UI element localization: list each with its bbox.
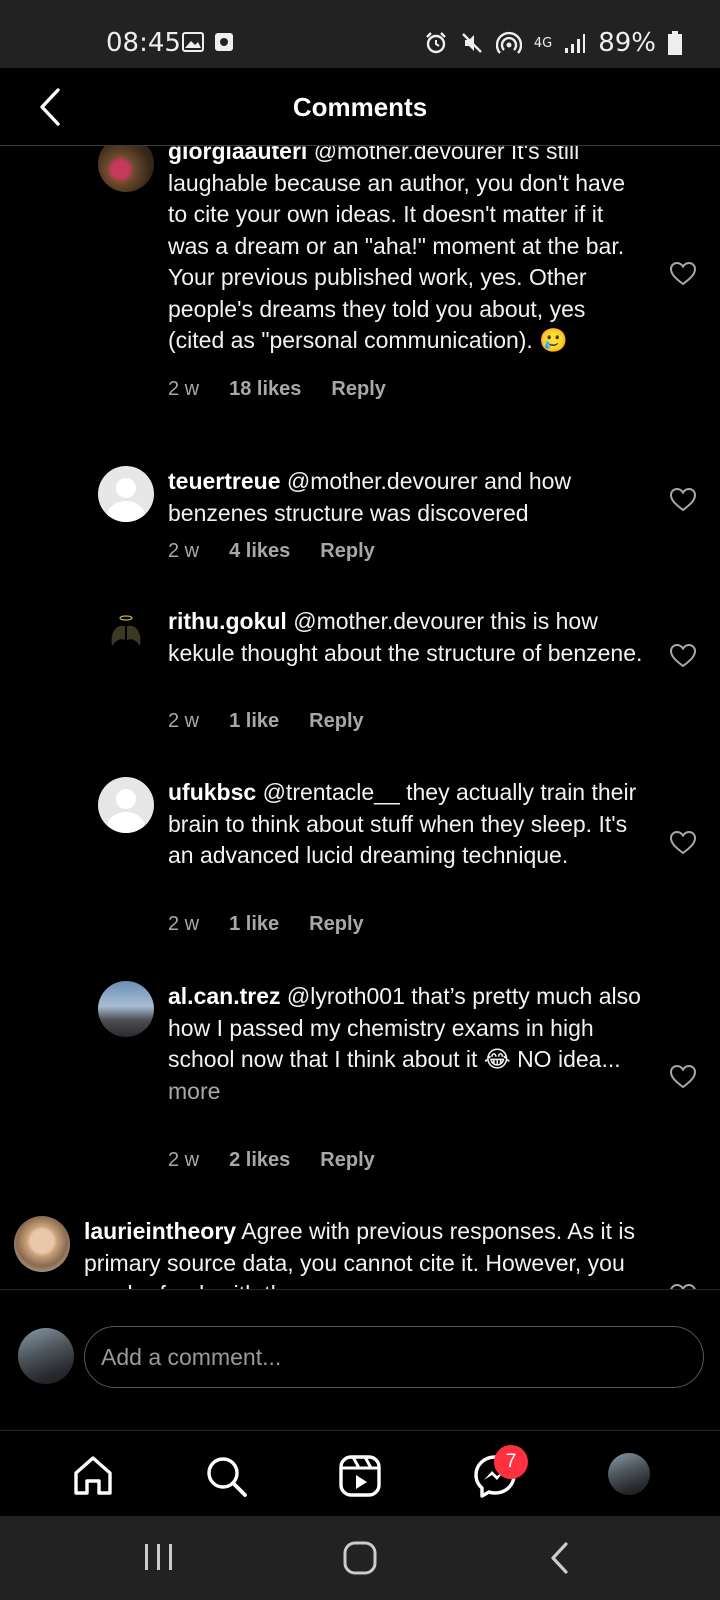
heart-outline-icon[interactable]	[670, 644, 696, 668]
comment-meta: 2 w 18 likes Reply	[168, 378, 386, 401]
comment-time: 2 w	[168, 913, 200, 935]
avatar[interactable]	[98, 981, 154, 1037]
avatar	[18, 1328, 74, 1384]
battery-percent: 89%	[598, 28, 656, 58]
home-icon	[74, 1456, 112, 1495]
comment-likes[interactable]: 1 like	[229, 710, 279, 733]
gallery-icon	[182, 32, 204, 52]
messages-badge: 7	[494, 1445, 528, 1479]
comment-body: giorgiaauteri @mother.devourer It's stil…	[168, 146, 646, 357]
screen-record-icon	[215, 33, 233, 51]
heart-outline-icon[interactable]	[670, 1065, 696, 1089]
avatar[interactable]	[14, 1216, 70, 1272]
page-title: Comments	[292, 92, 428, 122]
hotspot-icon	[495, 31, 522, 54]
bottom-nav: 7	[0, 1430, 720, 1516]
more-link[interactable]: more	[168, 1078, 220, 1104]
home-circle-icon	[343, 1541, 377, 1575]
reply-button[interactable]: Reply	[309, 710, 363, 733]
nav-profile[interactable]	[608, 1453, 650, 1495]
comment-body: ufukbsc @trentacle__ they actually train…	[168, 777, 646, 872]
avatar[interactable]	[98, 146, 154, 192]
comment-likes[interactable]: 18 likes	[229, 378, 301, 401]
avatar[interactable]	[98, 606, 154, 662]
reply-button[interactable]: Reply	[309, 913, 363, 936]
angel-wings-icon	[111, 615, 141, 646]
back-nav-button[interactable]	[548, 1540, 572, 1581]
nav-reels[interactable]	[337, 1453, 383, 1499]
comment-meta: 2 w 4 likes Reply	[168, 540, 375, 563]
comment-likes[interactable]: 1 like	[229, 913, 279, 936]
comment-likes[interactable]: 2 likes	[229, 1149, 290, 1172]
comment-username[interactable]: laurieintheory	[84, 1218, 236, 1244]
comment-username[interactable]: teuertreue	[168, 468, 280, 494]
comment-input[interactable]	[84, 1326, 704, 1388]
header: Comments	[0, 68, 720, 146]
comments-list[interactable]: giorgiaauteri @mother.devourer It's stil…	[0, 146, 720, 1289]
comment-meta: 2 w 1 like Reply	[168, 913, 364, 936]
avatar[interactable]	[98, 777, 154, 833]
recents-button[interactable]	[142, 1540, 176, 1579]
comment-body: laurieintheory Agree with previous respo…	[84, 1216, 644, 1289]
status-time: 08:45	[106, 28, 181, 58]
reels-icon	[339, 1455, 381, 1497]
home-button[interactable]	[342, 1540, 378, 1581]
avatar[interactable]	[98, 466, 154, 522]
comment-username[interactable]: rithu.gokul	[168, 608, 287, 634]
status-right: 4G 89%	[424, 28, 682, 58]
comment-meta: 2 w 2 likes Reply	[168, 1149, 375, 1172]
comment-time: 2 w	[168, 540, 200, 562]
comment-username[interactable]: ufukbsc	[168, 779, 256, 805]
comment-username[interactable]: giorgiaauteri	[168, 146, 307, 164]
mute-icon	[461, 33, 482, 53]
status-left-icons	[182, 32, 234, 52]
heart-outline-icon[interactable]	[670, 262, 696, 286]
system-nav-bar	[0, 1516, 720, 1600]
comment-likes[interactable]: 4 likes	[229, 540, 290, 563]
comment-body: al.can.trez @lyroth001 that’s pretty muc…	[168, 981, 646, 1107]
heart-outline-icon[interactable]	[670, 831, 696, 855]
network-type: 4G	[533, 35, 553, 51]
comment-time: 2 w	[168, 378, 200, 400]
reply-button[interactable]: Reply	[320, 540, 374, 563]
recents-icon	[145, 1544, 172, 1570]
comment-text: @mother.devourer It's still laughable be…	[168, 146, 626, 353]
comment-composer	[0, 1289, 720, 1430]
alarm-icon	[425, 32, 446, 54]
status-bar: 08:45 4G 89%	[0, 0, 720, 68]
heart-outline-icon[interactable]	[670, 488, 696, 512]
battery-icon	[668, 31, 682, 55]
signal-icon	[565, 34, 586, 53]
nav-home[interactable]	[70, 1453, 116, 1499]
comment-meta: 2 w 1 like Reply	[168, 710, 364, 733]
comment-time: 2 w	[168, 1149, 200, 1171]
reply-button[interactable]: Reply	[331, 378, 385, 401]
comment-username[interactable]: al.can.trez	[168, 983, 281, 1009]
reply-button[interactable]: Reply	[320, 1149, 374, 1172]
comment-body: rithu.gokul @mother.devourer this is how…	[168, 606, 646, 669]
comment-body: teuertreue @mother.devourer and how benz…	[168, 466, 646, 529]
comment-time: 2 w	[168, 710, 200, 732]
nav-search[interactable]	[203, 1453, 249, 1499]
back-chevron-icon	[551, 1542, 568, 1574]
search-icon	[207, 1457, 247, 1497]
